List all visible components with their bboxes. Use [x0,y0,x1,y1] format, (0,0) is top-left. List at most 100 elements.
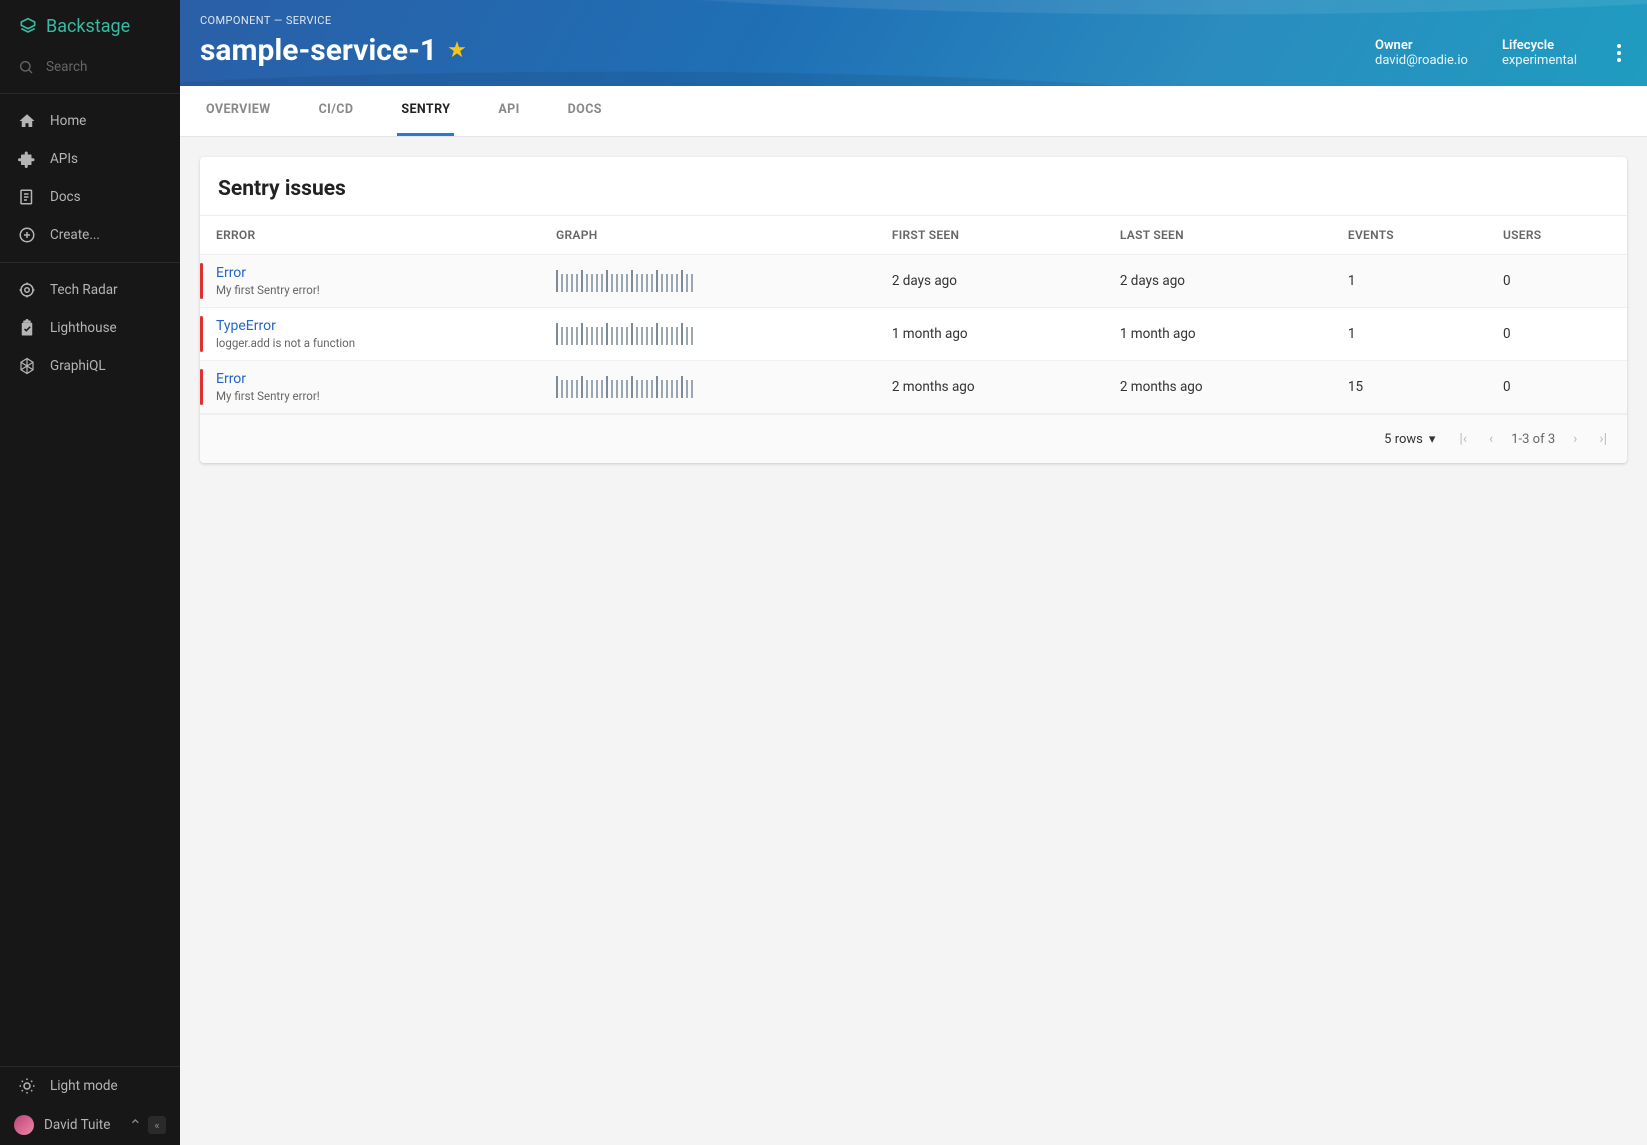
collapse-sidebar-button[interactable]: « [148,1116,166,1134]
issues-table: ERROR GRAPH FIRST SEEN LAST SEEN EVENTS … [200,215,1627,414]
search-input[interactable]: Search [0,47,180,93]
col-events[interactable]: EVENTS [1332,216,1487,255]
severity-bar [200,263,203,299]
app-name: Backstage [46,16,130,37]
home-icon [18,112,36,130]
lifecycle-value: experimental [1502,53,1577,68]
rows-per-page[interactable]: 5 rows ▾ [1384,432,1435,447]
lifecycle-label: Lifecycle [1502,38,1577,53]
events-cell: 1 [1332,308,1487,361]
tab-docs[interactable]: DOCS [564,86,606,136]
sidebar-nav-secondary: Tech Radar Lighthouse GraphiQL [0,263,180,393]
first-seen-cell: 2 months ago [876,361,1104,414]
lifecycle-meta: Lifecycle experimental [1502,38,1577,68]
plus-circle-icon [18,226,36,244]
first-seen-cell: 1 month ago [876,308,1104,361]
error-cell: Error My first Sentry error! [200,255,540,308]
star-icon[interactable]: ★ [447,38,467,63]
sidebar-item-label: Home [50,113,86,129]
sidebar: Backstage Search Home APIs Docs [0,0,180,1145]
sidebar-footer: Light mode David Tuite ⌃ « [0,1066,180,1145]
owner-label: Owner [1375,38,1468,53]
tabs: OVERVIEW CI/CD SENTRY API DOCS [180,86,1647,137]
col-last-seen[interactable]: LAST SEEN [1104,216,1332,255]
theme-toggle[interactable]: Light mode [0,1067,180,1105]
error-title[interactable]: Error [216,371,524,387]
table-footer: 5 rows ▾ |‹ ‹ 1-3 of 3 › ›| [200,414,1627,463]
table-row[interactable]: TypeError logger.add is not a function 1 m… [200,308,1627,361]
sidebar-item-home[interactable]: Home [0,102,180,140]
graph-cell [540,255,876,308]
puzzle-icon [18,150,36,168]
last-page-button[interactable]: ›| [1595,427,1611,451]
backstage-logo-icon [18,17,38,37]
error-title[interactable]: Error [216,265,524,281]
sidebar-item-tech-radar[interactable]: Tech Radar [0,271,180,309]
sidebar-item-create[interactable]: Create... [0,216,180,254]
sidebar-item-label: GraphiQL [50,358,106,374]
breadcrumb: COMPONENT — SERVICE [200,14,1627,27]
sidebar-item-apis[interactable]: APIs [0,140,180,178]
last-seen-cell: 2 months ago [1104,361,1332,414]
sidebar-item-label: Lighthouse [50,320,117,336]
user-name: David Tuite [44,1117,110,1133]
col-error[interactable]: ERROR [200,216,540,255]
sidebar-item-graphiql[interactable]: GraphiQL [0,347,180,385]
search-placeholder: Search [46,59,87,75]
sidebar-item-docs[interactable]: Docs [0,178,180,216]
tab-sentry[interactable]: SENTRY [397,86,454,136]
rows-label: 5 rows [1384,432,1423,447]
last-seen-cell: 2 days ago [1104,255,1332,308]
error-cell: Error My first Sentry error! [200,361,540,414]
severity-bar [200,369,203,405]
table-row[interactable]: Error My first Sentry error! 2 months ago2… [200,361,1627,414]
app-logo[interactable]: Backstage [0,0,180,47]
prev-page-button[interactable]: ‹ [1485,427,1497,451]
events-cell: 15 [1332,361,1487,414]
first-seen-cell: 2 days ago [876,255,1104,308]
col-graph[interactable]: GRAPH [540,216,876,255]
sidebar-item-label: Tech Radar [50,282,118,298]
sidebar-item-label: Create... [50,227,100,243]
tab-api[interactable]: API [494,86,523,136]
docs-icon [18,188,36,206]
theme-toggle-label: Light mode [50,1078,118,1094]
table-row[interactable]: Error My first Sentry error! 2 days ago2 d… [200,255,1627,308]
sparkline [556,270,860,292]
first-page-button[interactable]: |‹ [1455,427,1471,451]
last-seen-cell: 1 month ago [1104,308,1332,361]
chevron-up-icon: ⌃ [129,1116,142,1135]
card-title: Sentry issues [200,157,1627,215]
col-users[interactable]: USERS [1487,216,1627,255]
error-subtitle: logger.add is not a function [216,336,524,350]
sidebar-item-label: Docs [50,189,81,205]
sidebar-item-lighthouse[interactable]: Lighthouse [0,309,180,347]
owner-meta: Owner david@roadie.io [1375,38,1468,68]
page-title: sample-service-1 [200,33,437,68]
error-subtitle: My first Sentry error! [216,283,524,297]
tab-cicd[interactable]: CI/CD [315,86,358,136]
clipboard-check-icon [18,319,36,337]
error-title[interactable]: TypeError [216,318,524,334]
more-menu-button[interactable] [1611,38,1627,68]
dropdown-icon: ▾ [1429,432,1436,447]
user-menu[interactable]: David Tuite ⌃ « [0,1105,180,1145]
users-cell: 0 [1487,255,1627,308]
sidebar-item-label: APIs [50,151,78,167]
events-cell: 1 [1332,255,1487,308]
page-header: COMPONENT — SERVICE sample-service-1 ★ O… [180,0,1647,86]
severity-bar [200,316,203,352]
next-page-button[interactable]: › [1569,427,1581,451]
main-content: COMPONENT — SERVICE sample-service-1 ★ O… [180,0,1647,1145]
sentry-issues-card: Sentry issues ERROR GRAPH FIRST SEEN LAS… [200,157,1627,463]
sidebar-nav-primary: Home APIs Docs Create... [0,94,180,262]
owner-value: david@roadie.io [1375,53,1468,68]
tab-overview[interactable]: OVERVIEW [202,86,275,136]
sparkline [556,323,860,345]
col-first-seen[interactable]: FIRST SEEN [876,216,1104,255]
error-subtitle: My first Sentry error! [216,389,524,403]
error-cell: TypeError logger.add is not a function [200,308,540,361]
graph-cell [540,361,876,414]
sun-icon [18,1077,36,1095]
avatar [14,1115,34,1135]
